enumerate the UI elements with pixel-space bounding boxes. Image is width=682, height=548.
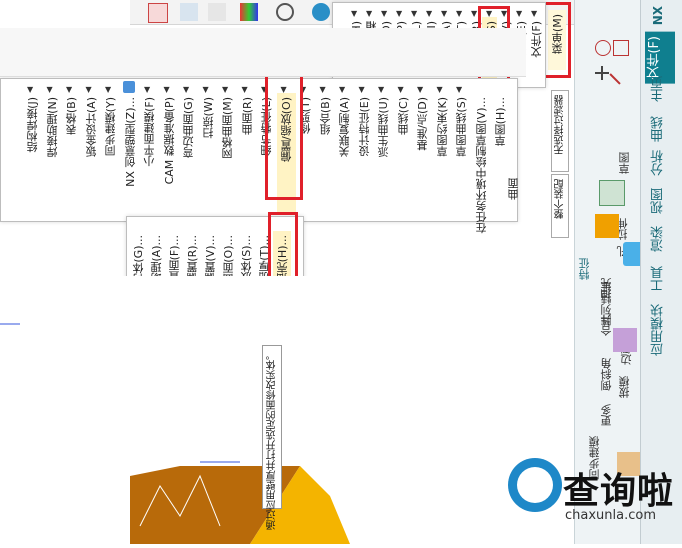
more-label[interactable]: 更多 bbox=[599, 404, 615, 426]
draft-label[interactable]: 拔模 bbox=[617, 376, 633, 398]
insert-menu-item[interactable]: NX 创意塑型(Z)... bbox=[123, 97, 139, 187]
circle-icon[interactable] bbox=[595, 40, 611, 56]
insert-menu-item[interactable]: 组合(B) bbox=[318, 97, 334, 135]
chevron-down-icon: ▼ bbox=[378, 85, 385, 94]
chevron-down-icon: ▼ bbox=[183, 85, 190, 94]
tab-render[interactable]: 渲染 bbox=[649, 226, 668, 252]
chevron-down-icon: ▼ bbox=[471, 9, 478, 18]
insert-menu-item[interactable]: 草图(H)... bbox=[493, 97, 509, 146]
chevron-down-icon: ▼ bbox=[397, 85, 404, 94]
insert-menu-item[interactable]: 草图曲线(S) bbox=[454, 97, 470, 157]
chevron-down-icon: ▼ bbox=[436, 85, 443, 94]
window-icon[interactable] bbox=[148, 3, 168, 23]
feature-label: 特征 bbox=[578, 258, 591, 280]
chevron-down-icon: ▼ bbox=[85, 85, 92, 94]
insert-menu-item[interactable]: CAM 数据准备(P) bbox=[162, 97, 178, 184]
insert-menu-item[interactable]: 焊接助理(N) bbox=[45, 97, 61, 158]
side-label: 曲面 bbox=[507, 178, 520, 200]
tooltip: 通过应用壁厚并打开选定的面修改实体。 bbox=[262, 345, 282, 530]
chevron-down-icon: ▼ bbox=[351, 9, 358, 18]
insert-menu-item[interactable]: 网格曲面(M) bbox=[220, 97, 236, 159]
chevron-down-icon: ▼ bbox=[27, 85, 34, 94]
main-menu-item[interactable]: 文件(F) bbox=[529, 21, 545, 58]
chevron-down-icon: ▼ bbox=[46, 85, 53, 94]
chevron-down-icon: ▼ bbox=[339, 85, 346, 94]
assembly-label: 整个装配 bbox=[555, 179, 566, 219]
side-label-container: 曲面 bbox=[504, 176, 524, 216]
insert-menu-item[interactable]: 弯边曲面(G) bbox=[181, 97, 197, 158]
view-icon[interactable] bbox=[312, 3, 330, 21]
chevron-down-icon: ▼ bbox=[456, 9, 463, 18]
insert-menu-item[interactable]: 在任务环境中绘制草图(V)... bbox=[474, 97, 490, 234]
tools-icon[interactable] bbox=[208, 3, 226, 21]
insert-menu-item[interactable]: 同步建模(Y) bbox=[103, 97, 119, 156]
highlight-box-offset bbox=[265, 72, 303, 200]
watermark-url: chaxunla.com bbox=[565, 508, 656, 523]
sketch-icon[interactable] bbox=[599, 180, 625, 206]
chamfer-label[interactable]: 倒斜角 bbox=[599, 358, 615, 391]
move-icon[interactable] bbox=[180, 3, 198, 21]
insert-menu-item[interactable]: 草图约束(K) bbox=[435, 97, 451, 157]
chevron-down-icon: ▼ bbox=[241, 85, 248, 94]
tab-analysis[interactable]: 分析 bbox=[649, 150, 668, 176]
chevron-down-icon: ▼ bbox=[358, 85, 365, 94]
insert-menu-item[interactable]: 表格(B) bbox=[64, 97, 80, 135]
chevron-down-icon: ▼ bbox=[516, 9, 523, 18]
chevron-down-icon: ▼ bbox=[66, 85, 73, 94]
filter-dropdown[interactable]: 无选择过滤器 bbox=[551, 90, 569, 172]
graphics-area[interactable] bbox=[0, 276, 574, 544]
shell-label[interactable]: 抽壳 bbox=[599, 278, 615, 300]
tab-home[interactable]: 主页 bbox=[649, 76, 668, 102]
insert-menu-item[interactable]: 派生曲线(U) bbox=[376, 97, 392, 158]
insert-menu-item[interactable]: 曲面(R) bbox=[240, 97, 256, 135]
insert-menu-item[interactable]: 扫掠(W) bbox=[201, 97, 217, 138]
assembly-dropdown[interactable]: 整个装配 bbox=[551, 174, 569, 238]
tab-tools[interactable]: 工具 bbox=[649, 266, 668, 292]
chevron-down-icon: ▼ bbox=[531, 9, 538, 18]
menu-background bbox=[0, 28, 526, 77]
insert-menu-item[interactable]: 关联复制(A) bbox=[337, 97, 353, 157]
filter-label: 无选择过滤器 bbox=[555, 95, 566, 155]
insert-menu-item[interactable]: 钣金设计(A) bbox=[84, 97, 100, 157]
curve-tools bbox=[595, 40, 631, 120]
rectangle-icon[interactable] bbox=[613, 40, 629, 56]
model-view bbox=[0, 323, 350, 544]
chevron-down-icon: ▼ bbox=[381, 9, 388, 18]
tab-view[interactable]: 视图 bbox=[649, 188, 668, 214]
chevron-down-icon: ▼ bbox=[105, 85, 112, 94]
insert-menu-item[interactable]: 设计特征(E) bbox=[357, 97, 373, 157]
chevron-down-icon: ▼ bbox=[202, 85, 209, 94]
extrude-icon[interactable] bbox=[595, 214, 619, 238]
chevron-down-icon: ▼ bbox=[456, 85, 463, 94]
blend-icon[interactable] bbox=[613, 328, 637, 352]
tab-applications[interactable]: 应用模块 bbox=[649, 304, 668, 356]
insert-menu-item[interactable]: 结构焊接(J) bbox=[25, 97, 41, 153]
chevron-down-icon: ▼ bbox=[163, 85, 170, 94]
chevron-down-icon: ▼ bbox=[366, 9, 373, 18]
chevron-down-icon: ▼ bbox=[222, 85, 229, 94]
point-icon[interactable] bbox=[595, 66, 609, 80]
creative-icon bbox=[122, 81, 135, 93]
chevron-down-icon: ▼ bbox=[417, 85, 424, 94]
chevron-down-icon: ▼ bbox=[426, 9, 433, 18]
chevron-down-icon: ▼ bbox=[144, 85, 151, 94]
insert-menu-item[interactable]: 小平面建模(F) bbox=[142, 97, 158, 167]
line-icon[interactable] bbox=[609, 63, 631, 85]
tooltip-text: 通过应用壁厚并打开选定的面修改实体。 bbox=[267, 350, 278, 530]
nx-logo: NX bbox=[651, 6, 665, 26]
sketch-label[interactable]: 草图 bbox=[617, 152, 633, 174]
insert-menu-item[interactable]: 曲线(C) bbox=[396, 97, 412, 135]
clock-icon[interactable] bbox=[276, 3, 294, 21]
insert-menu-item[interactable]: 基准/点(D) bbox=[415, 97, 431, 151]
chevron-down-icon: ▼ bbox=[319, 85, 326, 94]
tab-curve[interactable]: 曲线 bbox=[649, 116, 668, 142]
chevron-down-icon: ▼ bbox=[396, 9, 403, 18]
watermark-logo-inner bbox=[517, 467, 553, 503]
highlight-box-menu bbox=[543, 2, 571, 78]
color-icon[interactable] bbox=[240, 3, 258, 21]
watermark-title: 查询啦 bbox=[563, 471, 675, 512]
chevron-down-icon: ▼ bbox=[441, 9, 448, 18]
insert-menu: 草图(H)... 在任务环境中绘制草图(V)... 草图曲线(S) ▼ 草图约束(K) ▼… bbox=[0, 78, 518, 234]
chevron-down-icon: ▼ bbox=[411, 9, 418, 18]
